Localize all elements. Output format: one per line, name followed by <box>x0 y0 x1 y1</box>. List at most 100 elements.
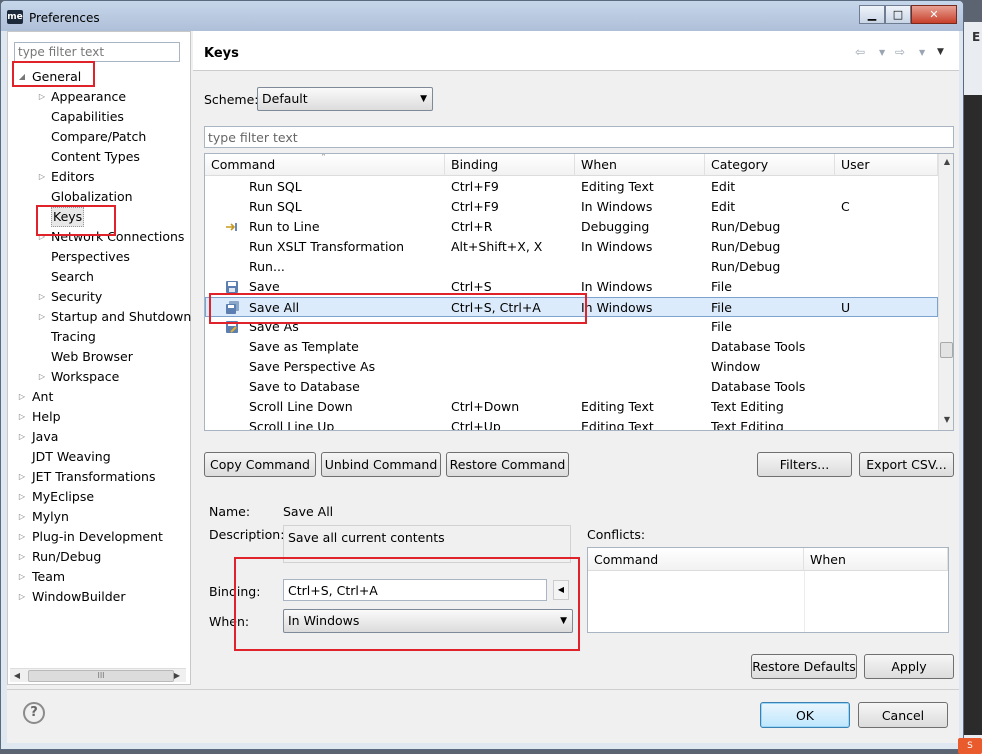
tree-item-keys[interactable]: Keys <box>8 207 188 227</box>
column-header-binding[interactable]: Binding <box>445 154 575 176</box>
table-vertical-scrollbar[interactable]: ▲ ▼ <box>938 154 953 430</box>
tree-item-content-types[interactable]: Content Types <box>8 147 188 167</box>
table-row[interactable]: Save All Ctrl+S, Ctrl+A In Windows File U <box>205 297 938 317</box>
collapsed-triangle-icon[interactable]: ▷ <box>17 527 27 547</box>
restore-defaults-button[interactable]: Restore Defaults <box>751 654 857 679</box>
forward-arrow-icon[interactable]: ⇨ <box>895 45 905 59</box>
scroll-thumb[interactable]: III <box>28 670 174 682</box>
ok-button[interactable]: OK <box>760 702 850 728</box>
table-row[interactable]: Save Perspective As Window <box>205 357 938 377</box>
collapsed-triangle-icon[interactable]: ▷ <box>37 287 47 307</box>
filters-button[interactable]: Filters... <box>757 452 852 477</box>
tree-item-windowbuilder[interactable]: ▷ WindowBuilder <box>8 587 188 607</box>
table-row[interactable]: Save As File <box>205 317 938 337</box>
minimize-button[interactable]: ▁ <box>859 5 885 24</box>
tree-horizontal-scrollbar[interactable]: ◀ III ▶ <box>10 668 186 682</box>
collapsed-triangle-icon[interactable]: ▷ <box>37 367 47 387</box>
collapsed-triangle-icon[interactable]: ▷ <box>17 587 27 607</box>
collapsed-triangle-icon[interactable]: ▷ <box>17 547 27 567</box>
tree-item-label: Workspace <box>51 369 120 384</box>
copy-command-button[interactable]: Copy Command <box>204 452 316 477</box>
tree-item-workspace[interactable]: ▷ Workspace <box>8 367 188 387</box>
tree-item-help[interactable]: ▷ Help <box>8 407 188 427</box>
maximize-button[interactable]: □ <box>885 5 911 24</box>
tree-item-ant[interactable]: ▷ Ant <box>8 387 188 407</box>
view-menu-icon[interactable]: ▼ <box>937 47 944 57</box>
table-row[interactable]: Run SQL Ctrl+F9 Editing Text Edit <box>205 177 938 197</box>
back-history-icon[interactable]: ▼ <box>879 48 885 57</box>
tree-item-web-browser[interactable]: Web Browser <box>8 347 188 367</box>
column-header-command[interactable]: Command ˄ <box>205 154 445 176</box>
keys-filter-input[interactable] <box>204 126 954 148</box>
tree-item-network-connections[interactable]: ▷ Network Connections <box>8 227 188 247</box>
collapsed-triangle-icon[interactable]: ▷ <box>17 427 27 447</box>
tree-item-myeclipse[interactable]: ▷ MyEclipse <box>8 487 188 507</box>
tree-item-globalization[interactable]: Globalization <box>8 187 188 207</box>
back-arrow-icon[interactable]: ⇦ <box>855 45 865 59</box>
help-icon[interactable]: ? <box>23 702 45 724</box>
unbind-command-button[interactable]: Unbind Command <box>321 452 441 477</box>
table-row[interactable]: Save Ctrl+S In Windows File <box>205 277 938 297</box>
column-header-command[interactable]: Command <box>588 548 804 571</box>
close-button[interactable]: ✕ <box>911 5 957 24</box>
restore-command-button[interactable]: Restore Command <box>446 452 569 477</box>
table-row[interactable]: Save as Template Database Tools <box>205 337 938 357</box>
cell-command: Save As <box>249 319 299 334</box>
collapsed-triangle-icon[interactable]: ▷ <box>37 307 47 327</box>
scroll-thumb[interactable] <box>940 342 953 358</box>
tree-item-tracing[interactable]: Tracing <box>8 327 188 347</box>
binding-field[interactable] <box>283 579 547 601</box>
apply-button[interactable]: Apply <box>864 654 954 679</box>
table-row[interactable]: Run SQL Ctrl+F9 In Windows Edit C <box>205 197 938 217</box>
table-row[interactable]: Save to Database Database Tools <box>205 377 938 397</box>
collapsed-triangle-icon[interactable]: ▷ <box>37 167 47 187</box>
tree-filter-input[interactable] <box>14 42 180 62</box>
tree-item-search[interactable]: Search <box>8 267 188 287</box>
column-header-user[interactable]: User <box>835 154 938 176</box>
tree-item-security[interactable]: ▷ Security <box>8 287 188 307</box>
scroll-down-icon[interactable]: ▼ <box>939 412 953 428</box>
table-row[interactable]: Run XSLT Transformation Alt+Shift+X, X In … <box>205 237 938 257</box>
expanded-triangle-icon[interactable]: ◢ <box>17 67 27 87</box>
tree-item-mylyn[interactable]: ▷ Mylyn <box>8 507 188 527</box>
tree-item-perspectives[interactable]: Perspectives <box>8 247 188 267</box>
tree-item-run-debug[interactable]: ▷ Run/Debug <box>8 547 188 567</box>
tree-item-capabilities[interactable]: Capabilities <box>8 107 188 127</box>
scheme-select[interactable]: Default ▼ <box>257 87 433 111</box>
table-row[interactable]: Scroll Line Down Ctrl+Down Editing Text Tex… <box>205 397 938 417</box>
table-row[interactable]: Scroll Line Up Ctrl+Up Editing Text Text Ed… <box>205 417 938 430</box>
collapsed-triangle-icon[interactable]: ▷ <box>17 567 27 587</box>
collapsed-triangle-icon[interactable]: ▷ <box>37 227 47 247</box>
tree-item-compare-patch[interactable]: Compare/Patch <box>8 127 188 147</box>
tree-item-general[interactable]: ◢ General <box>8 67 188 87</box>
chevron-left-icon[interactable]: ◀ <box>553 580 569 600</box>
scroll-left-icon[interactable]: ◀ <box>10 669 24 683</box>
collapsed-triangle-icon[interactable]: ▷ <box>17 487 27 507</box>
tree-item-startup-and-shutdown[interactable]: ▷ Startup and Shutdown <box>8 307 191 327</box>
tree-item-editors[interactable]: ▷ Editors <box>8 167 188 187</box>
collapsed-triangle-icon[interactable]: ▷ <box>17 407 27 427</box>
collapsed-triangle-icon[interactable]: ▷ <box>17 507 27 527</box>
table-row[interactable]: Run... Run/Debug <box>205 257 938 277</box>
cell-command: Scroll Line Down <box>249 399 353 414</box>
forward-history-icon[interactable]: ▼ <box>919 48 925 57</box>
column-header-when[interactable]: When <box>575 154 705 176</box>
tree-item-java[interactable]: ▷ Java <box>8 427 188 447</box>
collapsed-triangle-icon[interactable]: ▷ <box>17 467 27 487</box>
when-select[interactable]: In Windows ▼ <box>283 609 573 633</box>
tree-item-plug-in-development[interactable]: ▷ Plug-in Development <box>8 527 188 547</box>
cancel-button[interactable]: Cancel <box>858 702 948 728</box>
title-bar[interactable]: me Preferences ▁ □ ✕ <box>1 1 963 31</box>
collapsed-triangle-icon[interactable]: ▷ <box>37 87 47 107</box>
tree-item-team[interactable]: ▷ Team <box>8 567 188 587</box>
scroll-up-icon[interactable]: ▲ <box>939 154 953 170</box>
column-header-category[interactable]: Category <box>705 154 835 176</box>
table-row[interactable]: Run to Line Ctrl+R Debugging Run/Debug <box>205 217 938 237</box>
tree-item-appearance[interactable]: ▷ Appearance <box>8 87 188 107</box>
column-header-when[interactable]: When <box>804 548 948 571</box>
export-csv-button[interactable]: Export CSV... <box>859 452 954 477</box>
collapsed-triangle-icon[interactable]: ▷ <box>17 387 27 407</box>
tree-item-jet-transformations[interactable]: ▷ JET Transformations <box>8 467 188 487</box>
scroll-right-icon[interactable]: ▶ <box>170 669 184 683</box>
tree-item-jdt-weaving[interactable]: JDT Weaving <box>8 447 188 467</box>
